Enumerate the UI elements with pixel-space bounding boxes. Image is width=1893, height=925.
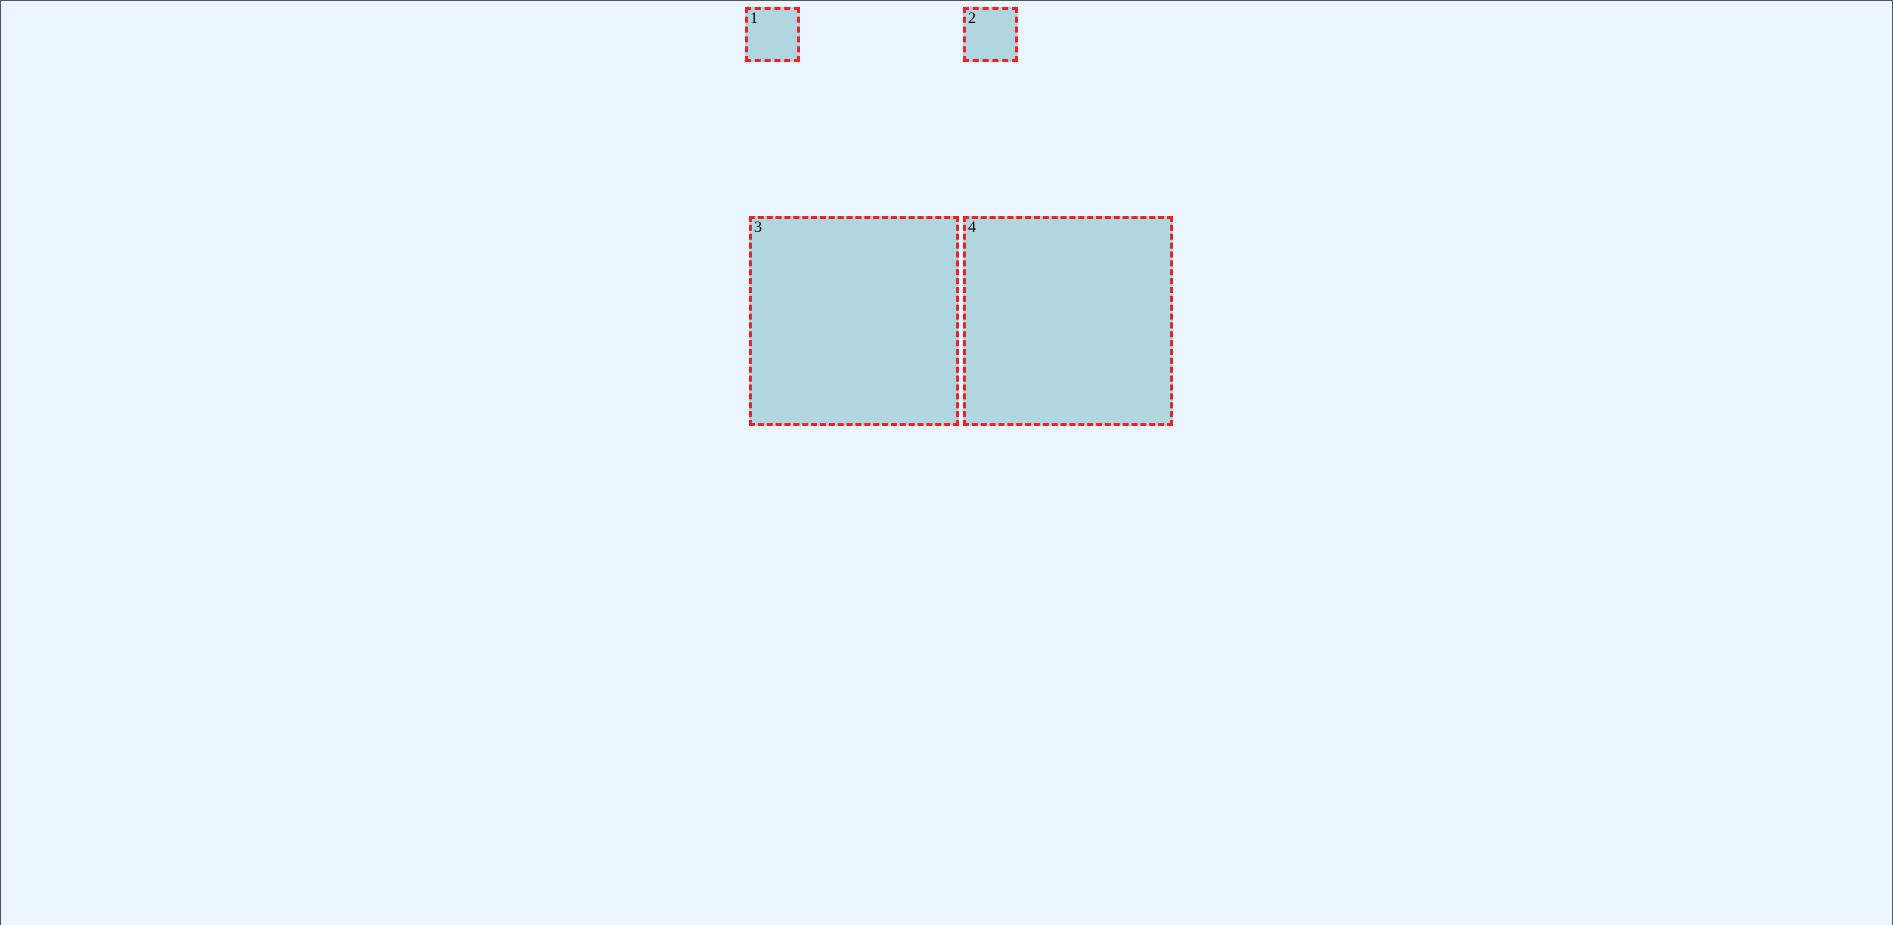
box-3: 3 <box>749 216 959 426</box>
box-4: 4 <box>963 216 1173 426</box>
box-2-label: 2 <box>968 10 976 27</box>
box-1: 1 <box>745 7 800 62</box>
box-3-label: 3 <box>754 219 762 236</box>
box-2: 2 <box>963 7 1018 62</box>
box-1-label: 1 <box>750 10 758 27</box>
canvas-container: 1 2 3 4 <box>0 0 1893 925</box>
box-4-label: 4 <box>968 219 976 236</box>
